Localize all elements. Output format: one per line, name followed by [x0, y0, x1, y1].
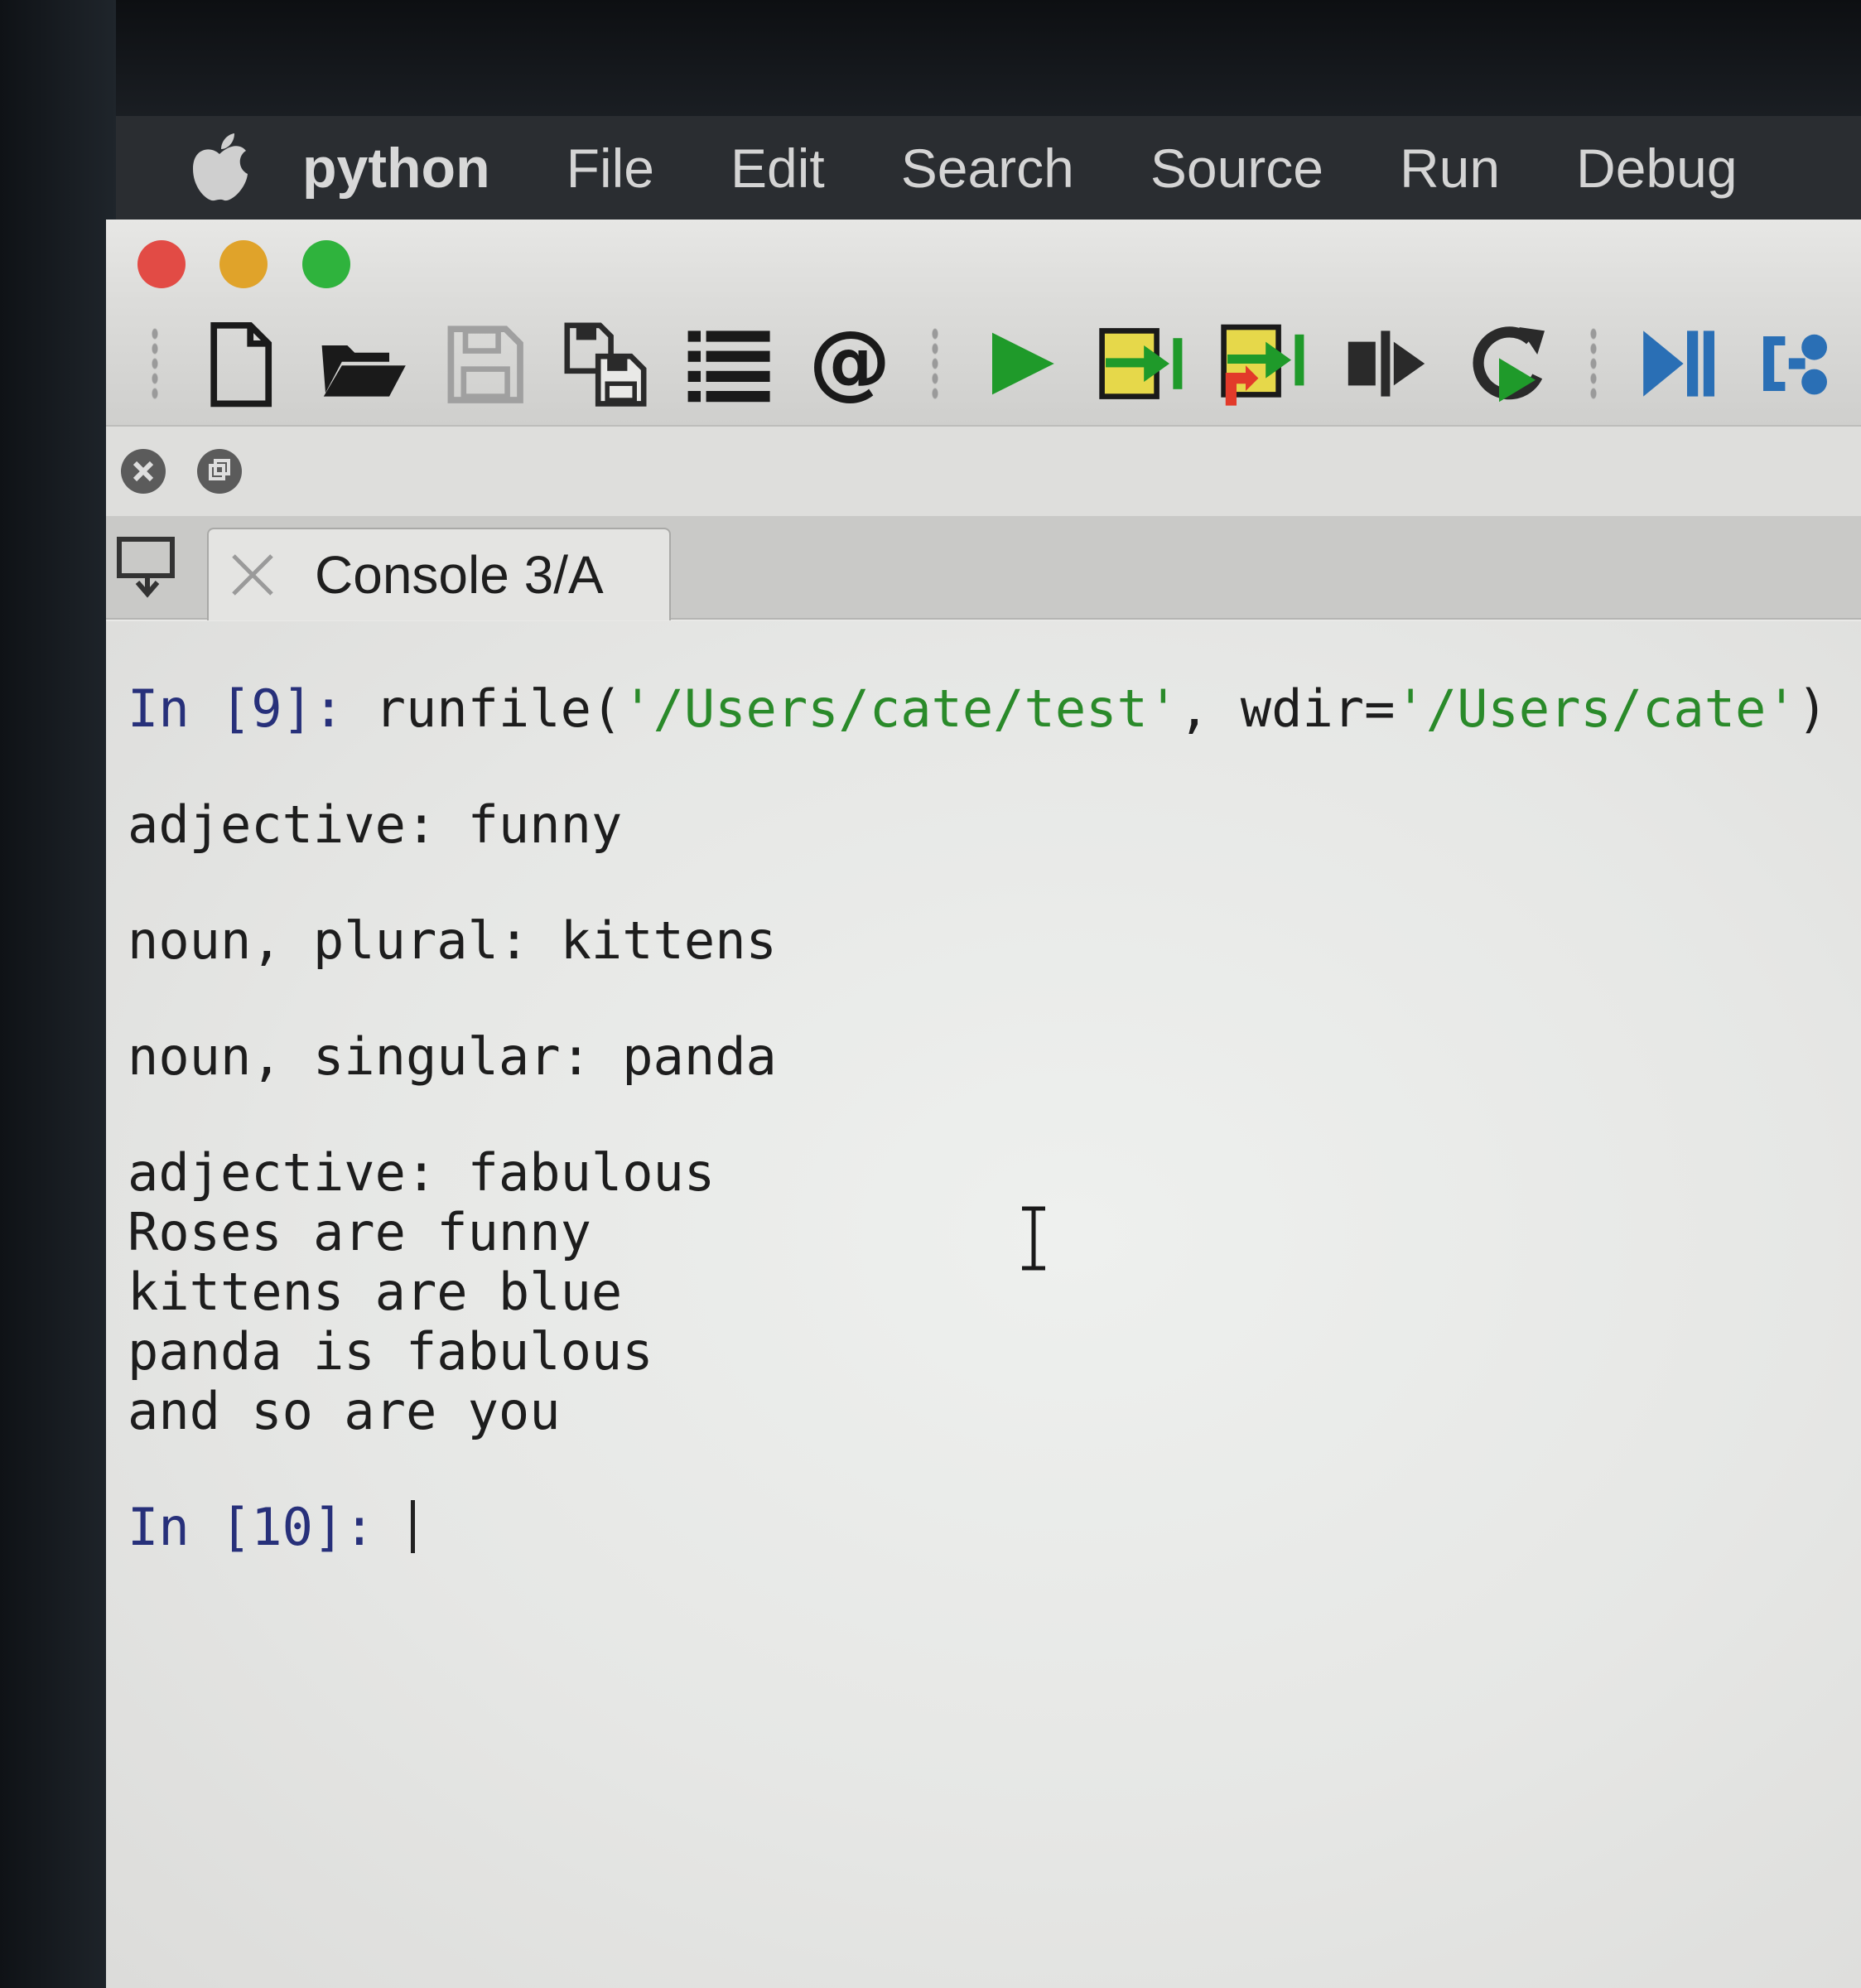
console-output-line: panda is fabulous — [128, 1321, 653, 1382]
open-file-button[interactable] — [316, 314, 407, 413]
undock-icon — [209, 459, 230, 480]
menu-debug[interactable]: Debug — [1576, 137, 1738, 200]
text-cursor — [410, 1500, 415, 1553]
console-input-line: In [9]: runfile('/Users/cate/test', wdir… — [128, 679, 1861, 739]
menu-app-name[interactable]: python — [302, 136, 490, 200]
console-output-line: kittens are blue — [128, 1262, 623, 1322]
input-prompt: In [10]: — [128, 1497, 406, 1557]
close-pane-button[interactable] — [121, 449, 166, 494]
debug-step-button[interactable] — [1632, 314, 1724, 413]
browse-tabs-button[interactable] — [114, 533, 189, 603]
console-tab-bar: Console 3/A — [106, 516, 1861, 620]
at-icon: @ — [809, 318, 891, 409]
ibeam-cursor-icon — [1022, 1206, 1045, 1271]
pane-controls-bar — [106, 427, 1861, 516]
toolbar-grip[interactable] — [151, 326, 159, 401]
screen-bezel-left — [0, 0, 116, 1988]
string-literal: '/Users/cate/test' — [622, 678, 1179, 739]
menu-run[interactable]: Run — [1400, 137, 1500, 200]
rerun-button[interactable] — [1462, 314, 1554, 413]
save-all-button[interactable] — [560, 314, 652, 413]
save-button[interactable] — [437, 314, 529, 413]
menu-file[interactable]: File — [566, 137, 654, 200]
zoom-window-button[interactable] — [302, 240, 350, 288]
console-output-line: noun, singular: panda — [128, 1026, 777, 1087]
outline-button[interactable] — [682, 314, 774, 413]
list-icon — [687, 331, 770, 403]
menu-search[interactable]: Search — [901, 137, 1074, 200]
undock-pane-button[interactable] — [197, 449, 242, 494]
tab-close-button[interactable] — [224, 546, 282, 604]
debug-continue-button[interactable] — [1754, 314, 1846, 413]
open-folder-icon — [321, 345, 406, 397]
ipython-console[interactable]: In [9]: runfile('/Users/cate/test', wdir… — [106, 621, 1861, 1988]
close-window-button[interactable] — [137, 240, 186, 288]
run-cell-button[interactable] — [1096, 314, 1188, 413]
debug-continue-icon — [1763, 334, 1828, 395]
debug-step-icon — [1642, 331, 1714, 397]
minimize-window-button[interactable] — [219, 240, 268, 288]
menu-source[interactable]: Source — [1150, 137, 1323, 200]
menu-bar: python File Edit Search Source Run Debug — [116, 116, 1861, 220]
close-icon — [232, 554, 273, 596]
console-output-line: Roses are funny — [128, 1202, 591, 1262]
command-text: , wdir= — [1179, 678, 1396, 739]
save-icon — [447, 326, 523, 403]
new-file-button[interactable] — [193, 314, 285, 413]
save-all-icon — [564, 322, 647, 407]
console-output-line: adjective: fabulous — [128, 1142, 716, 1203]
tab-console-3a[interactable]: Console 3/A — [207, 528, 671, 620]
apple-icon[interactable] — [186, 131, 253, 205]
browse-tabs-icon — [117, 537, 175, 598]
command-text: runfile( — [374, 678, 623, 739]
toolbar-grip-3[interactable] — [1589, 326, 1598, 401]
svg-text:@: @ — [809, 318, 891, 409]
console-input-line[interactable]: In [10]: — [128, 1498, 1861, 1557]
run-cell-icon — [1098, 328, 1183, 399]
tab-label: Console 3/A — [315, 545, 604, 605]
rerun-icon — [1473, 326, 1545, 403]
run-cell-advance-icon — [1221, 324, 1304, 406]
command-text: ) — [1796, 678, 1829, 739]
toolbar: @ — [106, 302, 1861, 427]
run-cell-advance-button[interactable] — [1217, 314, 1309, 413]
run-selection-button[interactable] — [1340, 314, 1432, 413]
toolbar-grip-2[interactable] — [931, 326, 939, 401]
run-selection-icon — [1348, 331, 1425, 397]
console-output-line: and so are you — [128, 1381, 561, 1441]
console-output-line: adjective: funny — [128, 794, 623, 855]
console-output-line: noun, plural: kittens — [128, 910, 777, 971]
close-icon — [133, 461, 154, 482]
new-file-icon — [210, 321, 272, 408]
run-icon — [992, 332, 1054, 395]
screen-bezel-top — [0, 0, 1861, 124]
title-bar — [106, 220, 1861, 302]
app-window: @ Console 3/A In [9]: runfile('/Users/ca… — [106, 220, 1861, 1988]
email-button[interactable]: @ — [804, 314, 896, 413]
string-literal: '/Users/cate' — [1395, 678, 1797, 739]
input-prompt: In [9]: — [128, 678, 375, 739]
run-file-button[interactable] — [973, 314, 1065, 413]
menu-edit[interactable]: Edit — [730, 137, 825, 200]
